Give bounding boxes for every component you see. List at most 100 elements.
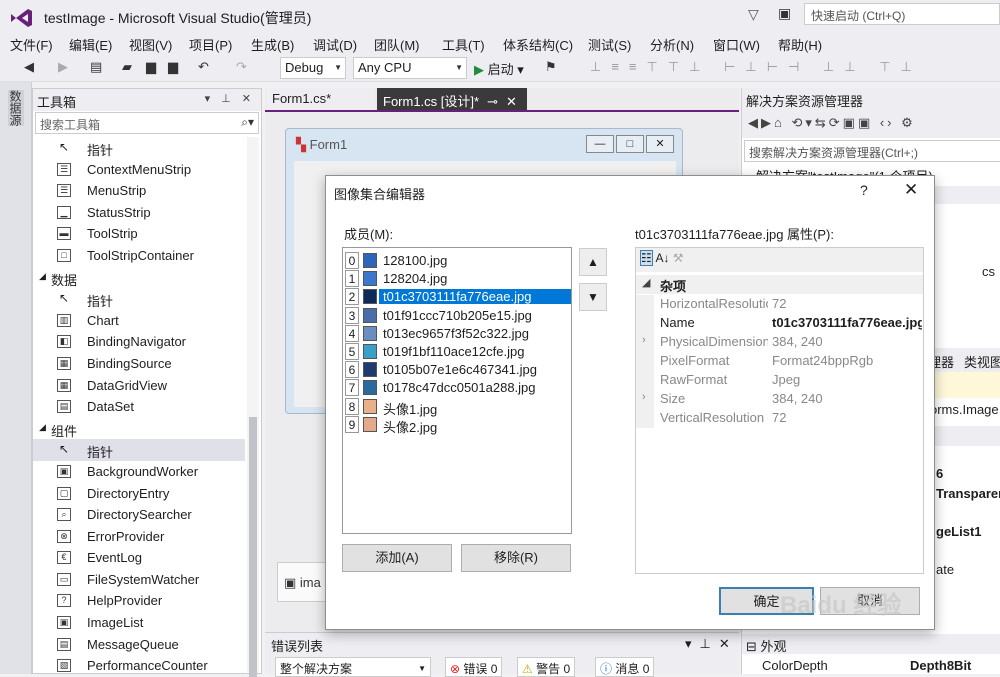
member-item[interactable]: 4 t013ec9657f3f52c322.jpg — [343, 324, 571, 343]
categorized-icon[interactable]: ☷ — [640, 250, 653, 266]
menu-item-7[interactable]: 工具(T) — [442, 35, 485, 54]
data-sources-tab[interactable]: 数据源 — [8, 90, 24, 126]
property-category-misc[interactable]: ◢ 杂项 — [636, 275, 923, 294]
toolbox-item[interactable]: ▣ BackgroundWorker — [33, 461, 245, 483]
member-item[interactable]: 1 128204.jpg — [343, 270, 571, 288]
property-row[interactable]: Name t01c3703111fa776eae.jpg — [636, 314, 923, 333]
member-item[interactable]: 7 t0178c47dcc0501a288.jpg — [343, 379, 571, 397]
member-item[interactable]: 8 头像1.jpg — [343, 397, 571, 417]
toolbox-item[interactable]: ▦ DataGridView — [33, 375, 245, 397]
warnings-filter-button[interactable]: ⚠ 警告 0 — [517, 657, 576, 677]
member-item[interactable]: 5 t019f1bf110ace12cfe.jpg — [343, 343, 571, 361]
toolbox-item[interactable]: ☰ MenuStrip — [33, 180, 245, 202]
errors-filter-button[interactable]: ⊗ 错误 0 — [445, 657, 503, 677]
property-row[interactable]: HorizontalResolution 72 — [636, 295, 923, 314]
expand-icon[interactable]: › — [642, 334, 646, 346]
toolbox-item[interactable]: □ ToolStripContainer — [33, 245, 245, 267]
start-button[interactable]: ▶ 启动 ▾ — [474, 59, 524, 78]
new-project-icon[interactable]: ▤ — [90, 59, 102, 75]
help-button[interactable]: ? — [860, 182, 868, 198]
member-item[interactable]: 2 t01c3703111fa776eae.jpg — [343, 288, 571, 306]
menu-item-0[interactable]: 文件(F) — [10, 35, 53, 54]
property-row[interactable]: › Size 384, 240 — [636, 390, 923, 409]
menu-item-10[interactable]: 分析(N) — [650, 35, 694, 54]
tab-form1-designer[interactable]: Form1.cs [设计]* ⊸ ✕ — [377, 88, 527, 110]
toolbox-item[interactable]: ⊗ ErrorProvider — [33, 526, 245, 548]
move-down-button[interactable]: ▼ — [579, 283, 607, 311]
toolbox-item[interactable]: ▤ MessageQueue — [33, 634, 245, 656]
close-tab-icon[interactable]: ✕ — [506, 94, 517, 109]
panel-pin-close-icons[interactable]: ▾⊥✕ — [685, 636, 738, 652]
toolbox-item[interactable]: ▢ DirectoryEntry — [33, 483, 245, 505]
toolbox-category[interactable]: ◢ 数据 — [33, 266, 245, 289]
close-icon[interactable]: ✕ — [904, 180, 918, 200]
menu-item-8[interactable]: 体系结构(C) — [503, 35, 573, 54]
toolbox-item[interactable]: ▥ Chart — [33, 310, 245, 332]
layout-alignment-icons[interactable]: ⊥≡≡⊤⊤⊥ ⊢⊥⊢⊣ ⊥⊥ ⊤⊥ — [590, 59, 922, 75]
pin-icon[interactable]: ⊸ — [487, 94, 498, 109]
toolbox-item[interactable]: ▤ DataSet — [33, 396, 245, 418]
toolbox-scrollbar[interactable] — [247, 137, 259, 677]
panel-pin-close-icons[interactable]: ▾ ⊥ ✕ — [205, 92, 255, 105]
toolbox-item[interactable]: ☰ ContextMenuStrip — [33, 159, 245, 181]
menu-item-1[interactable]: 编辑(E) — [69, 35, 112, 54]
remove-button[interactable]: 移除(R) — [461, 544, 571, 572]
quick-launch-input[interactable]: 快速启动 (Ctrl+Q) — [804, 3, 1000, 25]
error-scope-select[interactable]: 整个解决方案 ▼ — [275, 657, 431, 677]
back-icon[interactable]: ◀ — [24, 59, 34, 75]
toolbox-item[interactable]: ↖ 指针 — [33, 288, 245, 310]
alphabetical-icon[interactable]: A↓ — [655, 251, 669, 265]
property-pages-icon[interactable]: ⚒ — [673, 251, 684, 265]
tab-class-view[interactable]: 类视图 — [964, 352, 1000, 371]
menu-item-4[interactable]: 生成(B) — [251, 35, 294, 54]
toolbox-item[interactable]: ↖ 指针 — [33, 439, 245, 461]
find-icon[interactable]: ⚑ — [545, 59, 557, 75]
filter-icon[interactable]: ▽ — [748, 6, 759, 23]
feedback-icon[interactable]: ▣ — [778, 5, 791, 22]
toolbox-item[interactable]: ▁ StatusStrip — [33, 202, 245, 224]
toolbox-item[interactable]: ▦ BindingSource — [33, 353, 245, 375]
expand-icon[interactable]: › — [642, 391, 646, 403]
menu-item-2[interactable]: 视图(V) — [129, 35, 172, 54]
menu-item-11[interactable]: 窗口(W) — [713, 35, 760, 54]
menu-item-5[interactable]: 调试(D) — [313, 35, 357, 54]
property-row[interactable]: VerticalResolution 72 — [636, 409, 923, 428]
toolbox-item[interactable]: ▬ ToolStrip — [33, 223, 245, 245]
configuration-select[interactable]: Debug ▼ — [280, 57, 346, 79]
toolbox-item[interactable]: € EventLog — [33, 547, 245, 569]
toolbox-item[interactable]: ? HelpProvider — [33, 590, 245, 612]
member-item[interactable]: 0 128100.jpg — [343, 252, 571, 270]
toolbox-item[interactable]: ▣ ImageList — [33, 612, 245, 634]
save-icon[interactable]: ▆ — [146, 59, 156, 75]
menu-item-6[interactable]: 团队(M) — [374, 35, 420, 54]
save-all-icon[interactable]: ▆ — [168, 59, 178, 75]
open-icon[interactable]: ▰ — [122, 59, 132, 75]
toolbox-search-input[interactable]: 搜索工具箱 ⌕▾ — [35, 112, 259, 134]
tab-form1-code[interactable]: Form1.cs* — [266, 88, 374, 110]
forward-icon[interactable]: ▶ — [58, 59, 68, 75]
property-name[interactable]: ColorDepth — [762, 658, 828, 673]
members-list[interactable]: 0 128100.jpg 1 128204.jpg 2 t01c3703111fa776e… — [342, 247, 572, 534]
move-up-button[interactable]: ▲ — [579, 248, 607, 276]
toolbox-item[interactable]: ▭ FileSystemWatcher — [33, 569, 245, 591]
solution-explorer-toolbar[interactable]: ◀▶⌂ ⟲▾⇆⟳▣▣ ‹› ⚙ — [742, 110, 1000, 138]
menu-item-3[interactable]: 项目(P) — [189, 35, 232, 54]
add-button[interactable]: 添加(A) — [342, 544, 452, 572]
platform-select[interactable]: Any CPU ▼ — [353, 57, 467, 79]
toolbox-item[interactable]: ↖ 指针 — [33, 137, 245, 159]
menu-item-9[interactable]: 测试(S) — [588, 35, 631, 54]
toolbox-item[interactable]: ⌕ DirectorySearcher — [33, 504, 245, 526]
menu-item-12[interactable]: 帮助(H) — [778, 35, 822, 54]
property-grid[interactable]: ☷ A↓ ⚒ ◢ 杂项 HorizontalResolution 72 Name t01c… — [635, 247, 924, 574]
undo-icon[interactable]: ↶ — [198, 59, 209, 75]
property-row[interactable]: RawFormat Jpeg — [636, 371, 923, 390]
solution-search-input[interactable]: 搜索解决方案资源管理器(Ctrl+;) — [744, 140, 1000, 162]
toolbox-item[interactable]: ◧ BindingNavigator — [33, 331, 245, 353]
member-item[interactable]: 6 t0105b07e1e6c467341.jpg — [343, 361, 571, 379]
redo-icon[interactable]: ↷ — [236, 59, 247, 75]
messages-filter-button[interactable]: ⓘ 消息 0 — [595, 657, 655, 677]
property-row[interactable]: › PhysicalDimension 384, 240 — [636, 333, 923, 352]
member-item[interactable]: 3 t01f91ccc710b205e15.jpg — [343, 306, 571, 325]
scrollbar-thumb[interactable] — [249, 417, 257, 677]
member-item[interactable]: 9 头像2.jpg — [343, 415, 571, 435]
